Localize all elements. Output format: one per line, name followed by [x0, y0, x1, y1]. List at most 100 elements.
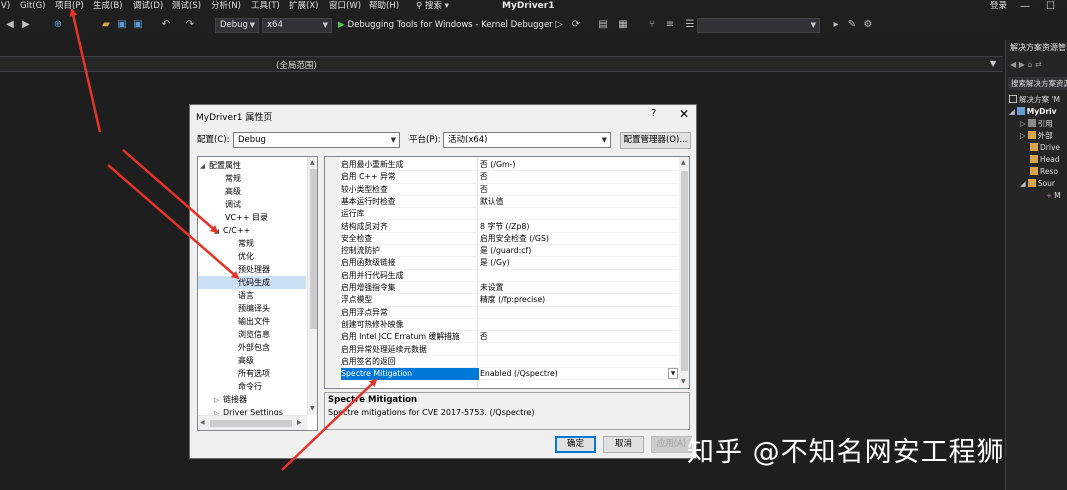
tree-node[interactable]: 外部包含: [238, 341, 306, 354]
scroll-thumb[interactable]: [681, 171, 688, 371]
configuration-select[interactable]: Debug ▼: [233, 132, 400, 148]
source-file-node[interactable]: + M: [1046, 190, 1061, 202]
tree-node[interactable]: 常规: [225, 172, 306, 185]
scroll-down-icon[interactable]: ▼: [310, 405, 315, 412]
start-debugger-button[interactable]: ▶ Debugging Tools for Windows - Kernel De…: [338, 19, 553, 31]
resource-files-node[interactable]: Reso: [1030, 166, 1058, 178]
property-row[interactable]: 启用 C++ 异常 否: [325, 171, 679, 184]
tree-node[interactable]: ◢ C/C++: [214, 224, 306, 237]
comment-icon[interactable]: ☰: [684, 19, 696, 31]
menu-debug[interactable]: 调试(D): [133, 0, 163, 13]
property-row[interactable]: 启用并行代码生成: [325, 270, 679, 282]
login-button[interactable]: 登录: [990, 0, 1007, 13]
property-row[interactable]: 启用增强指令集 未设置: [325, 282, 679, 295]
folder-icon[interactable]: ▤: [597, 19, 609, 31]
menu-help[interactable]: 帮助(H): [369, 0, 399, 13]
settings-icon[interactable]: ⚙: [862, 19, 874, 31]
refresh-icon[interactable]: ⟳: [570, 19, 582, 31]
header-files-node[interactable]: Head: [1030, 154, 1060, 166]
collapsed-icon[interactable]: ▷: [1020, 119, 1026, 128]
tree-horizontal-scrollbar[interactable]: ◀ ▶: [198, 415, 307, 430]
tree-node[interactable]: 命令行: [238, 380, 306, 393]
property-row[interactable]: 启用最小重新生成 否 (/Gm-): [325, 159, 679, 172]
property-row[interactable]: 较小类型检查 否: [325, 184, 679, 196]
sync-icon[interactable]: ⇄: [1035, 60, 1042, 69]
tree-node[interactable]: ◢ 配置属性: [200, 159, 306, 172]
expanded-icon[interactable]: ◢: [1009, 107, 1015, 116]
property-value[interactable]: 8 字节 (/Zp8): [480, 221, 529, 233]
property-row[interactable]: 启用签名的返回: [325, 356, 679, 369]
scroll-up-icon[interactable]: ▲: [681, 159, 686, 166]
scroll-down-icon[interactable]: ▼: [681, 378, 686, 385]
property-value[interactable]: 是 (/guard:cf): [480, 245, 531, 257]
tree-node[interactable]: 输出文件: [238, 315, 306, 328]
format-icon[interactable]: ≡: [664, 19, 676, 31]
git-icon[interactable]: ⑂: [646, 19, 658, 31]
configuration-manager-button[interactable]: 配置管理器(O)...: [620, 132, 691, 149]
property-row[interactable]: 创建可热修补映像: [325, 319, 679, 332]
undo-icon[interactable]: ↶: [160, 19, 172, 31]
solution-node[interactable]: 解决方案 'M: [1009, 94, 1060, 106]
property-row[interactable]: 启用函数级链接 是 (/Gy): [325, 257, 679, 270]
property-value[interactable]: 启用安全检查 (/GS): [480, 233, 549, 245]
save-all-icon[interactable]: ▣: [132, 19, 144, 31]
chevron-down-icon[interactable]: ▼: [668, 368, 678, 380]
tree-node[interactable]: 预处理器: [238, 263, 306, 276]
minimize-button[interactable]: —: [1020, 0, 1030, 13]
driver-files-node[interactable]: Drive: [1030, 142, 1060, 154]
scroll-thumb[interactable]: [210, 420, 292, 427]
tree-vertical-scrollbar[interactable]: ▲ ▼: [307, 157, 317, 415]
menu-analyze[interactable]: 分析(N): [211, 0, 241, 13]
nav-back-icon[interactable]: ▸: [830, 19, 842, 31]
layout-icon[interactable]: ▦: [617, 19, 629, 31]
external-deps-node[interactable]: ▷ 外部: [1020, 130, 1053, 142]
property-row[interactable]: 启用浮点异常: [325, 307, 679, 319]
tree-node-selected[interactable]: 代码生成: [198, 276, 306, 289]
menu-build[interactable]: 生成(B): [93, 0, 122, 13]
scope-select[interactable]: (全局范围): [276, 59, 317, 71]
property-row[interactable]: 控制流防护 是 (/guard:cf): [325, 245, 679, 258]
tree-node[interactable]: 浏览信息: [238, 328, 306, 341]
tree-node[interactable]: 常规: [238, 237, 306, 250]
menu-window[interactable]: 窗口(W): [329, 0, 361, 13]
expanded-icon[interactable]: ◢: [214, 225, 223, 238]
references-node[interactable]: ▷ 引用: [1020, 118, 1053, 130]
find-combo[interactable]: ▼: [697, 18, 820, 33]
scroll-right-icon[interactable]: ▶: [297, 419, 302, 426]
tree-node[interactable]: 预编译头: [238, 302, 306, 315]
maximize-button[interactable]: ☐: [1046, 0, 1055, 13]
scroll-left-icon[interactable]: ◀: [200, 419, 205, 426]
back-icon[interactable]: ◀: [4, 19, 16, 31]
property-row[interactable]: 基本运行时检查 默认值: [325, 196, 679, 209]
scroll-thumb[interactable]: [310, 169, 317, 329]
menu-test[interactable]: 测试(S): [172, 0, 201, 13]
property-row[interactable]: 启用 Intel JCC Erratum 缓解措施 否: [325, 331, 679, 344]
tree-node[interactable]: 调试: [225, 198, 306, 211]
open-icon[interactable]: ▰: [100, 19, 112, 31]
property-row[interactable]: 安全检查 启用安全检查 (/GS): [325, 233, 679, 246]
property-value[interactable]: Enabled (/Qspectre): [480, 368, 558, 380]
property-row-selected[interactable]: Spectre Mitigation Enabled (/Qspectre) ▼: [325, 368, 679, 381]
tree-node[interactable]: 高级: [238, 354, 306, 367]
property-value[interactable]: 否: [480, 184, 488, 196]
tree-node[interactable]: ▷ 链接器: [214, 393, 306, 406]
menu-extensions[interactable]: 扩展(X): [289, 0, 318, 13]
back-icon[interactable]: ◀: [1010, 60, 1019, 69]
scroll-up-icon[interactable]: ▲: [310, 159, 315, 166]
project-node[interactable]: ◢ MyDriv: [1009, 106, 1057, 118]
property-row[interactable]: 启用异常处理延续元数据: [325, 344, 679, 356]
solution-search-input[interactable]: 搜索解决方案资源管理器: [1008, 77, 1067, 90]
property-value[interactable]: 否 (/Gm-): [480, 159, 515, 171]
menu-git[interactable]: Git(G): [20, 0, 46, 13]
property-value[interactable]: 未设置: [480, 282, 503, 294]
pencil-icon[interactable]: ✎: [846, 19, 858, 31]
ok-button[interactable]: 确定: [555, 436, 596, 453]
tree-node[interactable]: 所有选项: [238, 367, 306, 380]
home-icon[interactable]: ⌂: [1027, 60, 1035, 69]
forward-icon[interactable]: ▶: [20, 19, 32, 31]
property-value[interactable]: 精度 (/fp:precise): [480, 294, 545, 306]
property-value[interactable]: 否: [480, 331, 488, 343]
cancel-button[interactable]: 取消: [603, 436, 644, 453]
expanded-icon[interactable]: ◢: [200, 160, 209, 173]
grid-vertical-scrollbar[interactable]: ▲ ▼: [679, 157, 689, 388]
